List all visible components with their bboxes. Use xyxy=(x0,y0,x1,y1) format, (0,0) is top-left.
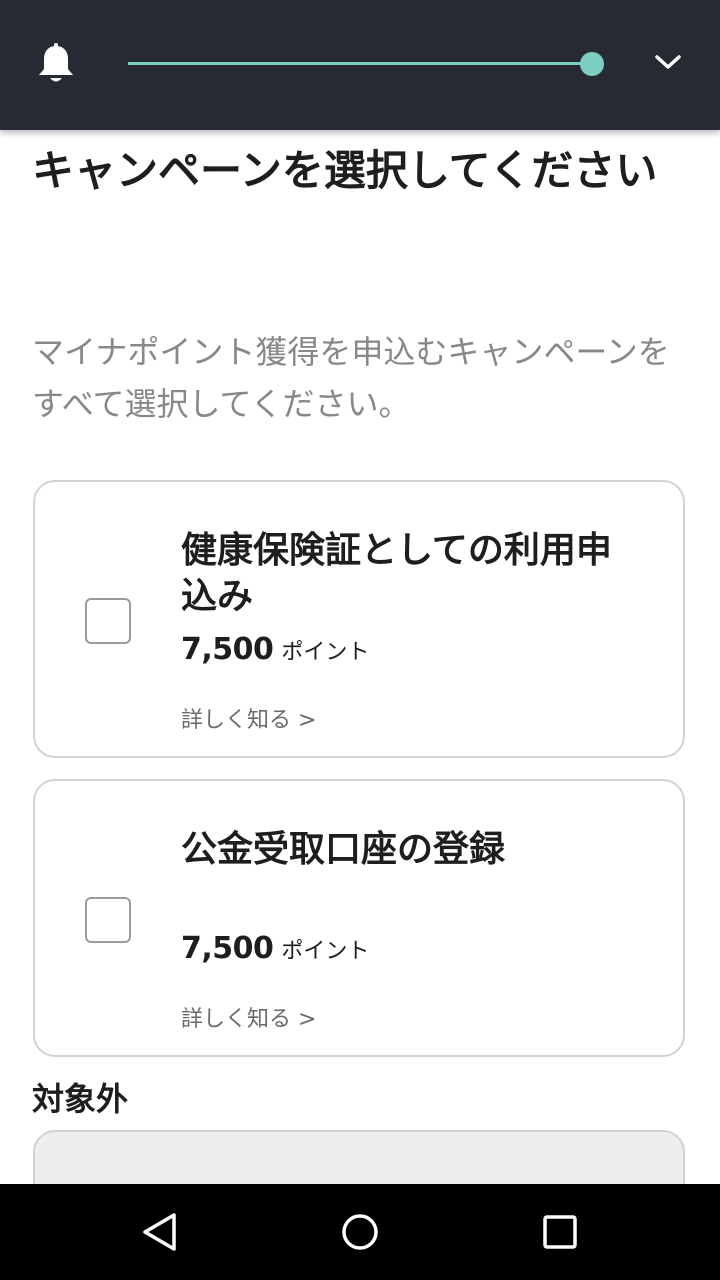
page-title: キャンペーンを選択してください xyxy=(32,146,658,195)
excluded-section-heading: 対象外 xyxy=(32,1080,129,1118)
excluded-campaign-card xyxy=(33,1130,685,1184)
campaign-title: 健康保険証としての利用申込み xyxy=(181,530,612,617)
back-triangle-icon[interactable] xyxy=(136,1208,184,1256)
learn-more-link[interactable]: 詳しく知る > xyxy=(181,1001,316,1033)
app-header xyxy=(0,0,720,130)
points-unit: ポイント xyxy=(281,640,370,665)
progress-fill xyxy=(128,62,592,65)
progress-knob xyxy=(580,52,604,76)
recents-square-icon[interactable] xyxy=(536,1208,584,1256)
campaign-card-health-insurance[interactable]: 健康保険証としての利用申込み 7,500 ポイント 詳しく知る > xyxy=(33,480,685,758)
campaign-card-public-account[interactable]: 公金受取口座の登録 7,500 ポイント 詳しく知る > xyxy=(33,779,685,1057)
campaign-points: 7,500 ポイント xyxy=(181,931,369,966)
home-circle-icon[interactable] xyxy=(336,1208,384,1256)
points-unit: ポイント xyxy=(281,939,370,964)
main-content[interactable]: キャンペーンを選択してください マイナポイント獲得を申込むキャンペーンをすべて選… xyxy=(0,130,720,1184)
system-nav-bar xyxy=(0,1184,720,1280)
app-screen: キャンペーンを選択してください マイナポイント獲得を申込むキャンペーンをすべて選… xyxy=(0,0,720,1280)
page-description: マイナポイント獲得を申込むキャンペーンをすべて選択してください。 xyxy=(32,333,670,423)
bell-icon[interactable] xyxy=(36,42,76,86)
learn-more-link[interactable]: 詳しく知る > xyxy=(181,702,316,734)
chevron-down-icon[interactable] xyxy=(650,48,686,76)
progress-bar xyxy=(128,62,592,65)
campaign-title: 公金受取口座の登録 xyxy=(181,829,506,870)
campaign-checkbox[interactable] xyxy=(85,598,131,644)
campaign-points: 7,500 ポイント xyxy=(181,632,369,667)
points-value: 7,500 xyxy=(181,632,274,667)
points-value: 7,500 xyxy=(181,931,274,966)
campaign-checkbox[interactable] xyxy=(85,897,131,943)
